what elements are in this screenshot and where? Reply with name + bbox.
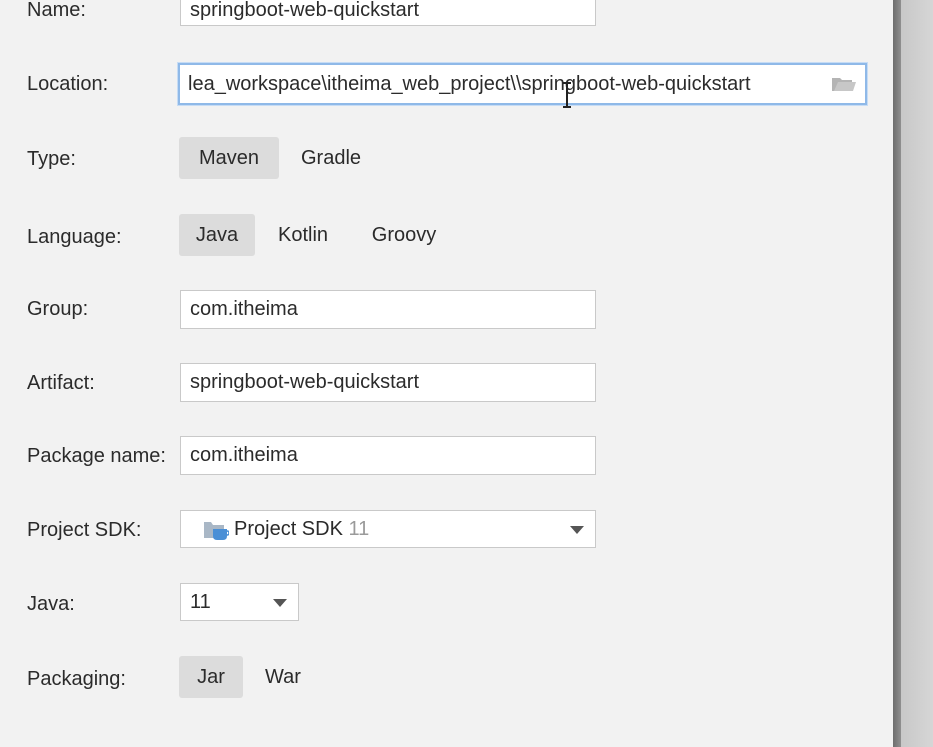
packaging-option-jar[interactable]: Jar: [179, 656, 243, 698]
name-label: Name:: [27, 0, 86, 21]
group-label: Group:: [27, 298, 89, 320]
project-sdk-dropdown[interactable]: Project SDK 11: [180, 510, 596, 548]
language-option-groovy[interactable]: Groovy: [359, 214, 449, 256]
sdk-folder-icon: [204, 522, 229, 540]
folder-icon[interactable]: [831, 75, 857, 93]
packaging-label: Packaging:: [27, 668, 126, 690]
packaging-option-war[interactable]: War: [253, 656, 313, 698]
name-field[interactable]: springboot-web-quickstart: [180, 0, 596, 26]
package-name-field[interactable]: com.itheima: [180, 436, 596, 475]
project-sdk-version: 11: [348, 518, 370, 540]
location-label: Location:: [27, 73, 109, 95]
text-cursor-icon: [563, 82, 571, 108]
project-sdk-label: Project SDK:: [27, 519, 142, 541]
java-label: Java:: [27, 593, 75, 615]
artifact-label: Artifact:: [27, 372, 95, 394]
language-option-kotlin[interactable]: Kotlin: [264, 214, 342, 256]
location-field-text: lea_workspace\itheima_web_project\\sprin…: [188, 73, 751, 95]
background-area: [901, 0, 933, 747]
project-sdk-name: Project SDK: [234, 518, 343, 540]
java-version-value: 11: [190, 591, 211, 613]
group-field[interactable]: com.itheima: [180, 290, 596, 329]
new-project-dialog: Name: springboot-web-quickstart Location…: [0, 0, 933, 747]
package-name-label: Package name:: [27, 445, 166, 467]
type-label: Type:: [27, 148, 76, 170]
java-version-dropdown[interactable]: 11: [180, 583, 299, 621]
form-panel: Name: springboot-web-quickstart Location…: [0, 0, 893, 747]
artifact-field[interactable]: springboot-web-quickstart: [180, 363, 596, 402]
window-edge: [893, 0, 901, 747]
chevron-down-icon: [273, 599, 287, 607]
location-field[interactable]: lea_workspace\itheima_web_project\\sprin…: [178, 63, 867, 105]
language-label: Language:: [27, 226, 122, 248]
language-option-java[interactable]: Java: [179, 214, 255, 256]
type-option-gradle[interactable]: Gradle: [289, 137, 373, 179]
chevron-down-icon: [570, 526, 584, 534]
type-option-maven[interactable]: Maven: [179, 137, 279, 179]
